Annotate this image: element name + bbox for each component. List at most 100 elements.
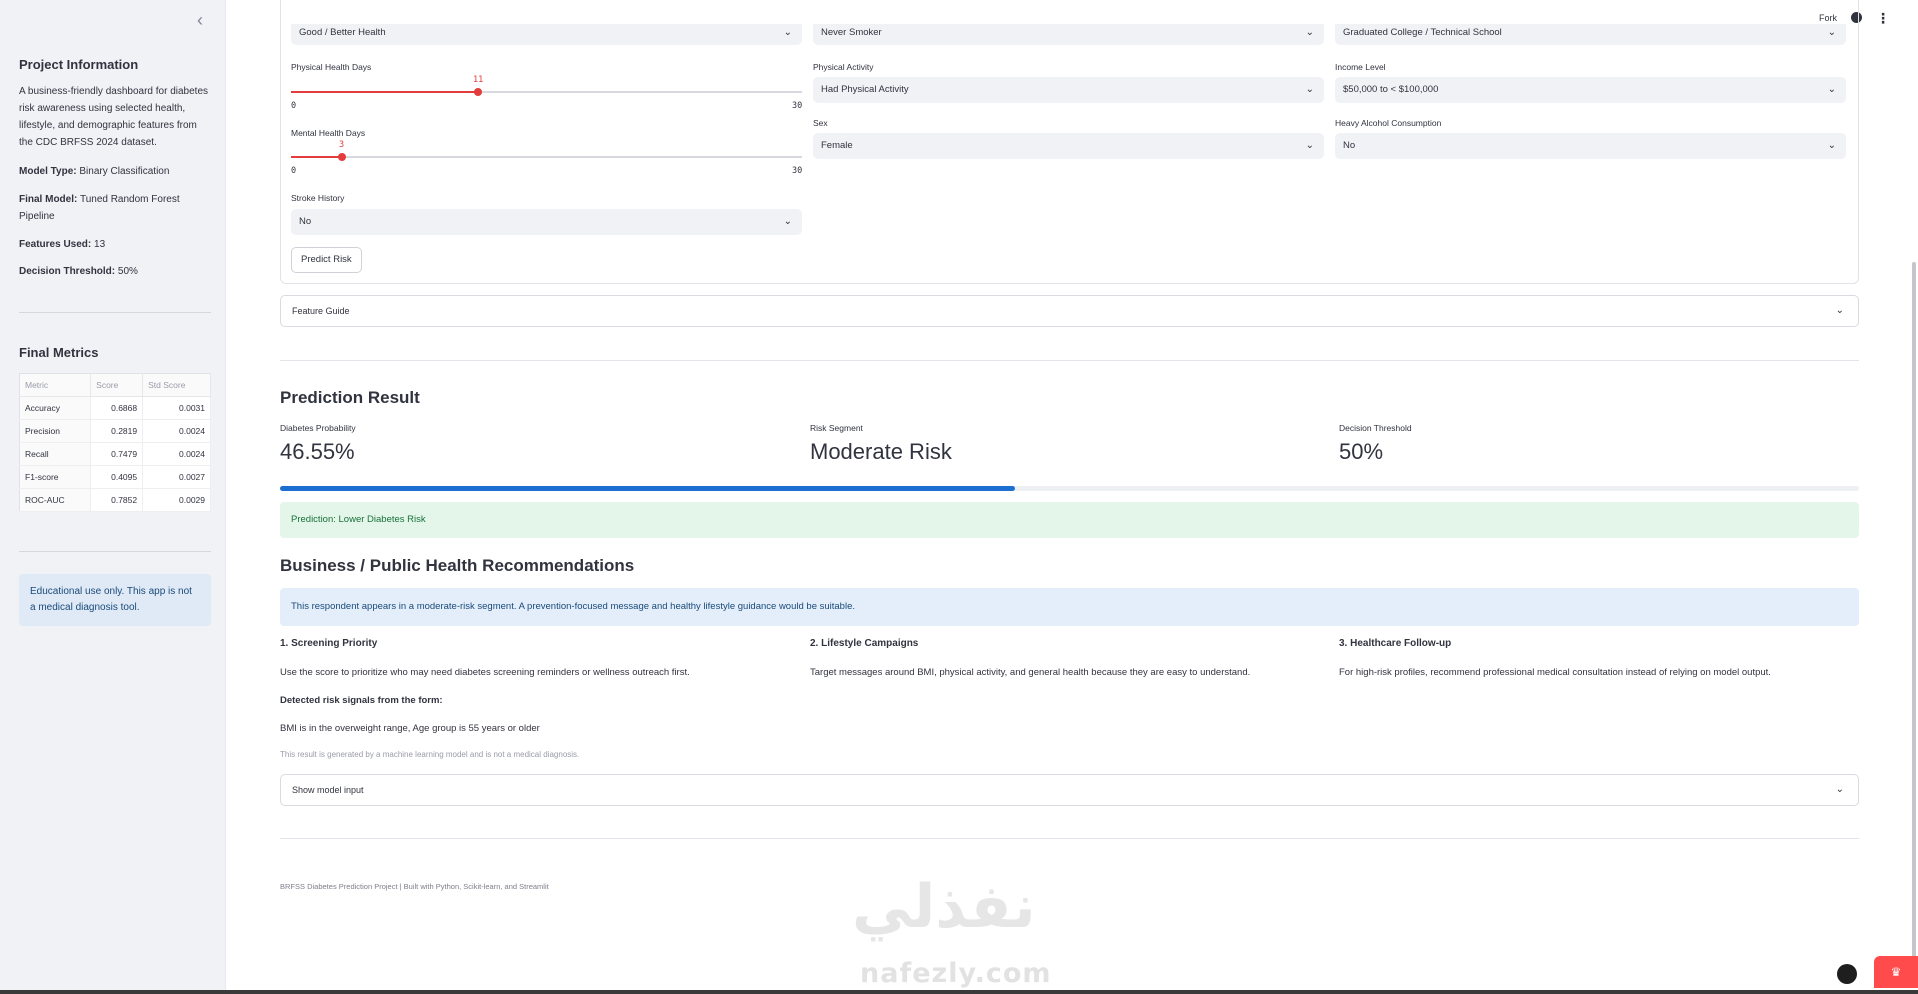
scrollbar[interactable] [1912, 262, 1916, 982]
predict-risk-button[interactable]: Predict Risk [291, 247, 362, 273]
rec-lifestyle-text: Target messages around BMI, physical act… [810, 667, 1251, 678]
metrics-header: Metric [19, 373, 92, 397]
features-used-value: 13 [94, 239, 106, 250]
probability-progress [280, 486, 1859, 491]
table-row: ROC-AUC 0.7852 0.0029 [19, 488, 211, 512]
disclaimer-caption: This result is generated by a machine le… [280, 750, 580, 759]
physical-health-max: 30 [792, 101, 803, 111]
avatar[interactable] [1837, 964, 1857, 984]
sex-label: Sex [813, 118, 828, 128]
window-edge [0, 990, 1918, 994]
probability-value: 46.55% [280, 439, 355, 464]
model-type: Model Type: Binary Classification [19, 163, 211, 180]
sidebar: ‹ Project Information A business-friendl… [0, 0, 226, 994]
project-description: A business-friendly dashboard for diabet… [19, 86, 209, 148]
chevron-down-icon: ⌄ [1305, 140, 1314, 151]
chevron-down-icon: ⌄ [1835, 305, 1844, 316]
divider [280, 838, 1859, 839]
threshold-value: 50% [1339, 439, 1384, 464]
mental-health-value: 3 [339, 140, 345, 150]
metric-name: ROC-AUC [19, 488, 92, 512]
decision-threshold-value: 50% [117, 266, 138, 277]
metric-std: 0.0024 [142, 419, 211, 443]
metrics-header: Score [90, 373, 144, 397]
education-value: Graduated College / Technical School [1343, 27, 1502, 38]
more-vertical-icon[interactable]: ⋮ [1876, 11, 1890, 25]
physical-activity-value: Had Physical Activity [821, 84, 909, 95]
rec-followup-text: For high-risk profiles, recommend profes… [1339, 667, 1771, 678]
metric-name: F1-score [19, 465, 92, 489]
table-row: Precision 0.2819 0.0024 [19, 419, 211, 443]
stroke-history-value: No [299, 216, 312, 227]
decision-threshold: Decision Threshold: 50% [19, 263, 211, 280]
metrics-table: Metric Score Std Score Accuracy 0.6868 0… [19, 373, 211, 512]
model-input-label: Show model input [292, 785, 364, 795]
mental-health-fill [291, 156, 343, 158]
alcohol-select[interactable]: No ⌄ [1335, 133, 1846, 159]
features-used-label: Features Used: [19, 239, 92, 250]
metrics-header-row: Metric Score Std Score [19, 373, 211, 397]
prediction-result-title: Prediction Result [280, 388, 420, 407]
physical-health-min: 0 [291, 101, 297, 111]
metric-std: 0.0031 [142, 396, 211, 420]
decision-threshold-label: Decision Threshold: [19, 266, 116, 277]
metric-name: Recall [19, 442, 92, 466]
metric-score: 0.6868 [90, 396, 144, 420]
probability-progress-fill [280, 486, 1016, 491]
sex-value: Female [821, 140, 853, 151]
chevron-down-icon: ⌄ [783, 216, 792, 227]
mental-health-track[interactable] [291, 156, 802, 158]
general-health-value: Good / Better Health [299, 27, 386, 38]
table-row: Accuracy 0.6868 0.0031 [19, 396, 211, 420]
table-row: Recall 0.7479 0.0024 [19, 442, 211, 466]
metric-name: Accuracy [19, 396, 92, 420]
physical-activity-select[interactable]: Had Physical Activity ⌄ [813, 77, 1324, 103]
sidebar-divider [19, 551, 211, 552]
disclaimer-info: Educational use only. This app is not a … [19, 574, 211, 626]
feature-guide-label: Feature Guide [292, 306, 350, 316]
watermark-latin: nafezly.com [860, 958, 1052, 989]
metric-std: 0.0024 [142, 442, 211, 466]
final-metrics-title: Final Metrics [19, 345, 99, 360]
model-type-value: Binary Classification [79, 166, 170, 177]
final-model: Final Model: Tuned Random Forest Pipelin… [19, 191, 211, 225]
metric-std: 0.0027 [142, 465, 211, 489]
footer-text: BRFSS Diabetes Prediction Project | Buil… [280, 882, 549, 891]
physical-activity-label: Physical Activity [813, 62, 874, 72]
feature-guide-expander[interactable]: Feature Guide ⌄ [280, 295, 1859, 327]
chevron-down-icon: ⌄ [1827, 84, 1836, 95]
sex-select[interactable]: Female ⌄ [813, 133, 1324, 159]
recommendations-title: Business / Public Health Recommendations [280, 556, 635, 575]
project-info-title: Project Information [19, 57, 139, 72]
physical-health-label: Physical Health Days [291, 62, 372, 72]
stroke-history-select[interactable]: No ⌄ [291, 209, 802, 235]
metric-score: 0.7479 [90, 442, 144, 466]
watermark-arabic: نفذلي [852, 872, 1036, 942]
streamlit-crown-icon[interactable]: ♛ [1874, 956, 1918, 988]
model-input-expander[interactable]: Show model input ⌄ [280, 774, 1859, 806]
metric-score: 0.4095 [90, 465, 144, 489]
metric-name: Precision [19, 419, 92, 443]
alcohol-value: No [1343, 140, 1356, 151]
recommendations-info: This respondent appears in a moderate-ri… [280, 588, 1859, 626]
mental-health-min: 0 [291, 166, 297, 176]
probability-label: Diabetes Probability [280, 423, 356, 433]
mental-health-label: Mental Health Days [291, 128, 366, 138]
alcohol-label: Heavy Alcohol Consumption [1335, 118, 1442, 128]
rec-followup-title: 3. Healthcare Follow-up [1339, 638, 1452, 649]
features-used: Features Used: 13 [19, 236, 211, 253]
mental-health-max: 30 [792, 166, 803, 176]
income-level-select[interactable]: $50,000 to < $100,000 ⌄ [1335, 77, 1846, 103]
rec-screening-title: 1. Screening Priority [280, 638, 378, 649]
chevron-left-icon[interactable]: ‹ [190, 10, 210, 30]
divider [280, 360, 1859, 361]
physical-health-value: 11 [473, 75, 484, 85]
metric-std: 0.0029 [142, 488, 211, 512]
chevron-down-icon: ⌄ [1827, 140, 1836, 151]
risk-signals-text: BMI is in the overweight range, Age grou… [280, 723, 540, 734]
income-level-label: Income Level [1335, 62, 1386, 72]
final-model-label: Final Model: [19, 194, 78, 205]
risk-segment-label: Risk Segment [810, 423, 863, 433]
metric-score: 0.2819 [90, 419, 144, 443]
risk-segment-value: Moderate Risk [810, 439, 952, 464]
